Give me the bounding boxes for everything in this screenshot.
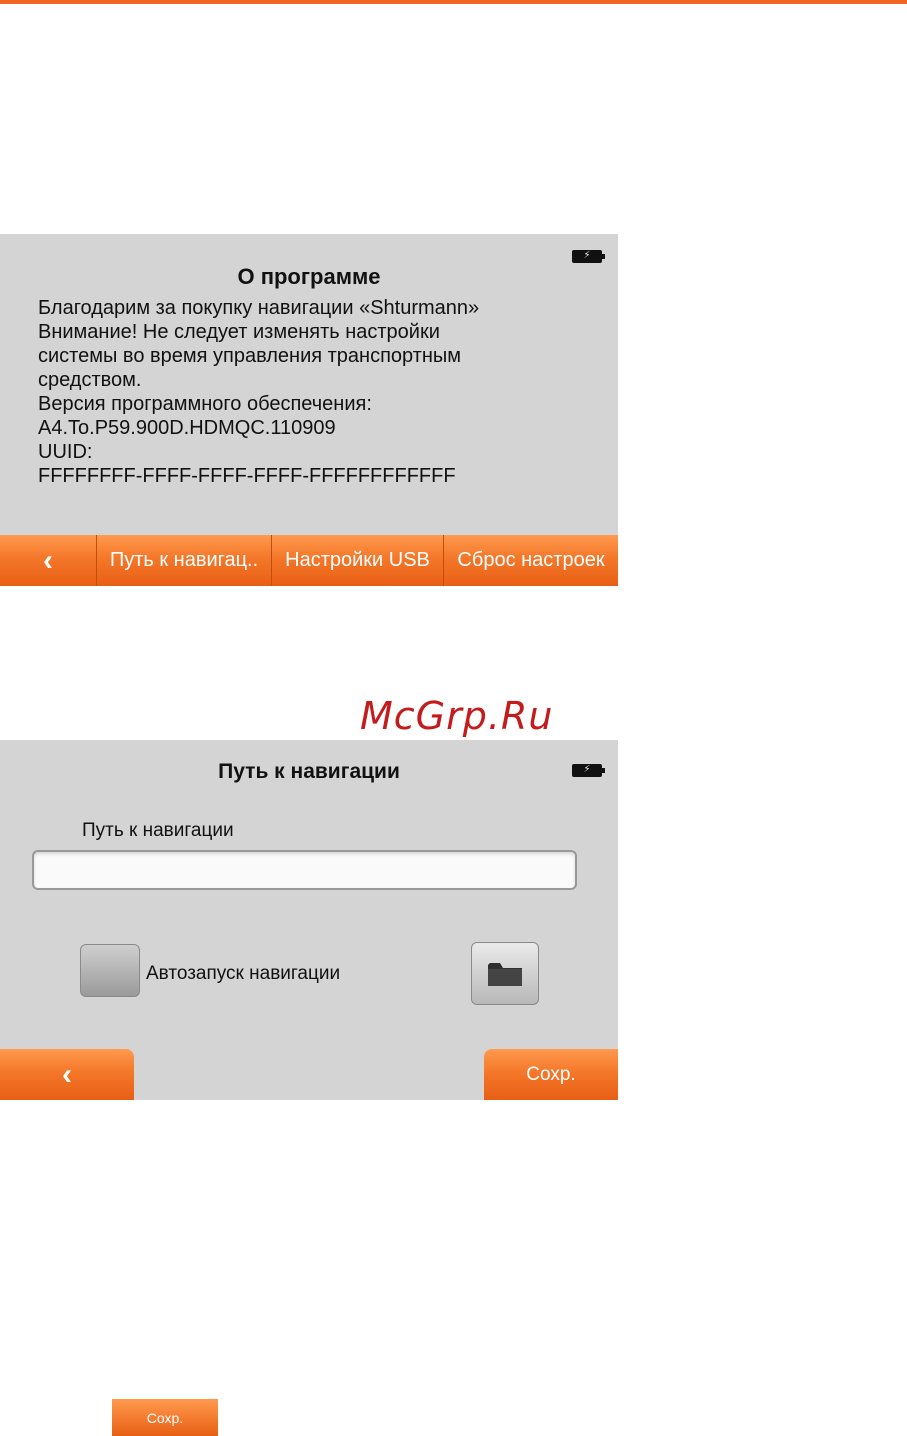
- usb-settings-button[interactable]: Настройки USB: [272, 535, 444, 586]
- watermark: McGrp.Ru: [360, 694, 554, 738]
- uuid-value: FFFFFFFF-FFFF-FFFF-FFFF-FFFFFFFFFFFF: [38, 465, 456, 487]
- battery-icon: ⚡: [572, 250, 605, 263]
- chevron-left-icon: ‹: [62, 1057, 72, 1091]
- about-line: UUID:: [38, 441, 93, 463]
- about-text: Благодарим за покупку навигации «Shturma…: [38, 296, 608, 488]
- chevron-left-icon: ‹: [43, 543, 53, 577]
- nav-path-button[interactable]: Путь к навигац..: [97, 535, 272, 586]
- about-line: Благодарим за покупку навигации «Shturma…: [38, 297, 480, 319]
- save-button[interactable]: Сохр.: [484, 1049, 618, 1100]
- browse-folder-button[interactable]: [471, 942, 539, 1005]
- back-button[interactable]: ‹: [0, 535, 97, 586]
- nav-path-title: Путь к навигации: [218, 760, 400, 783]
- save-button-sample: Сохр.: [112, 1399, 218, 1436]
- nav-path-field-label: Путь к навигации: [82, 820, 234, 841]
- top-accent-rule: [0, 0, 907, 4]
- nav-path-input[interactable]: [32, 850, 577, 890]
- nav-path-screen: ⚡ Путь к навигации Путь к навигации Авто…: [0, 740, 618, 1100]
- about-line: Внимание! Не следует изменять настройки: [38, 321, 440, 343]
- reset-settings-button[interactable]: Сброс настроек: [444, 535, 618, 586]
- about-line: Версия программного обеспечения:: [38, 393, 372, 415]
- about-line: средством.: [38, 369, 142, 391]
- software-version: A4.To.P59.900D.HDMQC.110909: [38, 417, 336, 439]
- about-title: О программе: [237, 264, 381, 289]
- back-button[interactable]: ‹: [0, 1049, 134, 1100]
- about-toolbar: ‹ Путь к навигац.. Настройки USB Сброс н…: [0, 535, 618, 586]
- about-line: системы во время управления транспортным: [38, 345, 462, 367]
- folder-icon: [488, 962, 522, 986]
- autostart-label: Автозапуск навигации: [146, 963, 341, 984]
- autostart-checkbox[interactable]: [80, 944, 140, 997]
- about-screen: ⚡ О программе Благодарим за покупку нави…: [0, 234, 618, 586]
